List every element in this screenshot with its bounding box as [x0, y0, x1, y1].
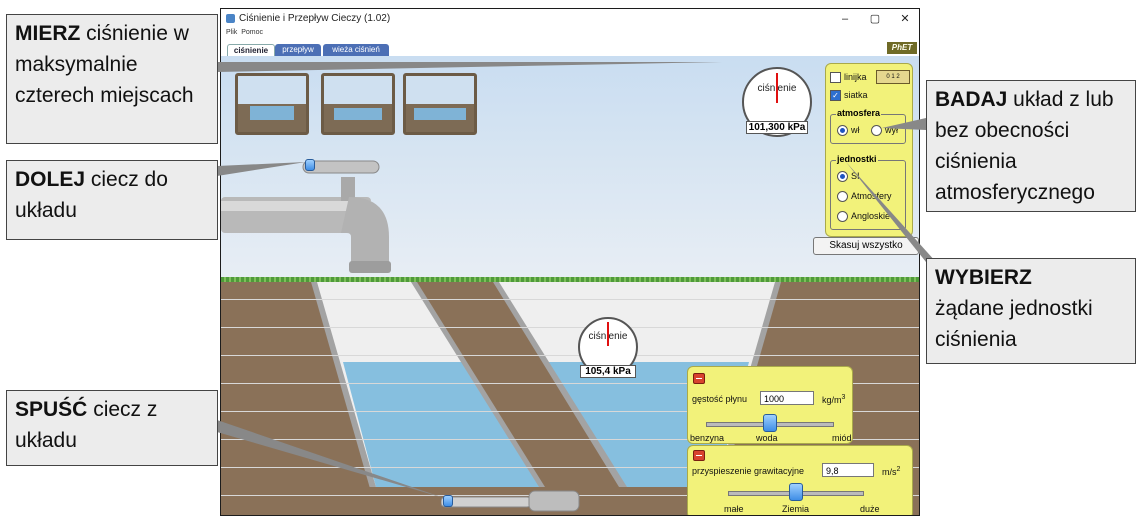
grid-line — [221, 355, 919, 356]
density-tick-min: benzyna — [690, 433, 725, 443]
maximize-icon[interactable]: ▢ — [861, 11, 889, 27]
gravity-unit-exp: 2 — [896, 466, 901, 473]
gauge-value: 101,300 kPa — [746, 121, 808, 134]
gravity-tick-mid: Ziemia — [782, 504, 810, 514]
pool-thumbnail-square[interactable] — [235, 73, 309, 135]
grid-check-box[interactable]: ✓ — [830, 90, 841, 102]
pressure-gauge-water[interactable]: ciśnienie 105,4 kPa — [578, 317, 638, 378]
units-title: jednostki — [836, 154, 878, 164]
tab-water-tower[interactable]: wieża ciśnień — [323, 44, 389, 56]
atmosphere-title: atmosfera — [836, 108, 882, 118]
units-english-label: Angloskie — [851, 211, 891, 221]
density-panel: gęstość płynu 1000 kg/m3 benzyna woda mi… — [687, 366, 853, 444]
units-atm-radio[interactable]: Atmosfery — [837, 191, 892, 203]
units-atm-label: Atmosfery — [851, 191, 892, 201]
gravity-input[interactable]: 9,8 — [822, 463, 874, 477]
menu-file[interactable]: Plik — [226, 29, 237, 36]
control-panel: linijka 0 1 2 ✓ siatka atmosfera wł wył j… — [825, 63, 913, 237]
minimize-icon[interactable]: – — [831, 11, 859, 27]
pool-thumbnail-chamber[interactable] — [403, 73, 477, 135]
pressure-gauge-atmosphere[interactable]: ciśnienie 101,300 kPa — [742, 67, 812, 137]
callout-explore: BADAJ układ z lub bez obecności ciśnieni… — [926, 80, 1136, 212]
collapse-icon[interactable] — [693, 373, 705, 384]
gravity-panel: przyspieszenie grawitacyjne 9,8 m/s2 mał… — [687, 445, 913, 515]
units-group: jednostki SI Atmosfery Angloskie — [830, 154, 906, 230]
atmosphere-on-label: wł — [851, 125, 860, 135]
ruler-icon: 0 1 2 — [876, 70, 910, 84]
callout-drain-verb: SPUŚĆ — [15, 398, 88, 421]
grid-line — [221, 327, 919, 328]
title-bar: Ciśnienie i Przepływ Cieczy (1.02) – ▢ ✕ — [221, 9, 919, 29]
ruler-checkbox[interactable]: linijka — [830, 72, 867, 84]
menu-help[interactable]: Pomoc — [241, 29, 263, 36]
units-english-radio[interactable]: Angloskie — [837, 211, 891, 223]
close-icon[interactable]: ✕ — [891, 11, 919, 27]
faucet-handle-knob[interactable] — [305, 159, 315, 171]
density-unit-text: kg/m — [822, 395, 842, 405]
grid-checkbox[interactable]: ✓ siatka — [830, 90, 868, 102]
collapse-icon[interactable] — [693, 450, 705, 461]
faucet[interactable] — [221, 157, 391, 277]
phet-logo: PhET — [887, 42, 917, 54]
drain-handle-knob[interactable] — [443, 495, 453, 507]
menu-bar: Plik Pomoc — [221, 29, 919, 41]
callout-choose-verb: WYBIERZ — [935, 266, 1032, 289]
ruler-check-box[interactable] — [830, 72, 841, 84]
callout-fill: DOLEJ ciecz do układu — [6, 160, 218, 240]
window-title: Ciśnienie i Przepływ Cieczy (1.02) — [239, 13, 391, 24]
atmosphere-group: atmosfera wł wył — [830, 108, 906, 144]
ruler-label: linijka — [844, 72, 867, 82]
gravity-label: przyspieszenie grawitacyjne — [692, 466, 805, 476]
gravity-tick-min: małe — [724, 504, 744, 514]
tab-flow[interactable]: przepływ — [275, 44, 321, 56]
callout-choose: WYBIERZ żądane jednostki ciśnienia — [926, 258, 1136, 364]
density-unit: kg/m3 — [822, 394, 845, 405]
units-si-radio[interactable]: SI — [837, 171, 860, 183]
atmosphere-on-radio[interactable]: wł — [837, 125, 860, 137]
reset-all-button[interactable]: Skasuj wszystko — [813, 237, 919, 255]
density-tick-mid: woda — [756, 433, 778, 443]
drain-faucet[interactable] — [441, 487, 581, 515]
pool-thumbnail-trapezoid[interactable] — [321, 73, 395, 135]
callout-fill-verb: DOLEJ — [15, 168, 86, 191]
gauge-value: 105,4 kPa — [580, 365, 636, 378]
density-tick-max: miód — [832, 433, 852, 443]
gravity-tick-max: duże — [860, 504, 880, 514]
density-label: gęstość płynu — [692, 394, 748, 404]
app-window: Ciśnienie i Przepływ Cieczy (1.02) – ▢ ✕… — [220, 8, 920, 516]
grid-line — [221, 299, 919, 300]
grid-label: siatka — [844, 90, 868, 100]
callout-explore-verb: BADAJ — [935, 88, 1008, 111]
callout-drain: SPUŚĆ ciecz z układu — [6, 390, 218, 466]
gauge-needle — [776, 73, 778, 103]
gravity-unit: m/s2 — [882, 466, 900, 477]
density-unit-exp: 3 — [841, 394, 846, 401]
callout-measure: MIERZ ciśnienie w maksymalnie czterech m… — [6, 14, 218, 144]
gravity-slider-knob[interactable] — [789, 483, 803, 501]
tab-bar: ciśnienie przepływ wieża ciśnień PhET — [221, 41, 919, 57]
density-slider-knob[interactable] — [763, 414, 777, 432]
gravity-unit-text: m/s — [882, 467, 897, 477]
app-icon — [226, 14, 235, 23]
units-si-label: SI — [851, 171, 860, 181]
atmosphere-off-label: wył — [885, 125, 898, 135]
gauge-needle — [607, 322, 609, 346]
atmosphere-off-radio[interactable]: wył — [871, 125, 898, 137]
density-input[interactable]: 1000 — [760, 391, 814, 405]
callout-measure-verb: MIERZ — [15, 22, 81, 45]
callout-choose-text: żądane jednostki ciśnienia — [935, 297, 1093, 351]
